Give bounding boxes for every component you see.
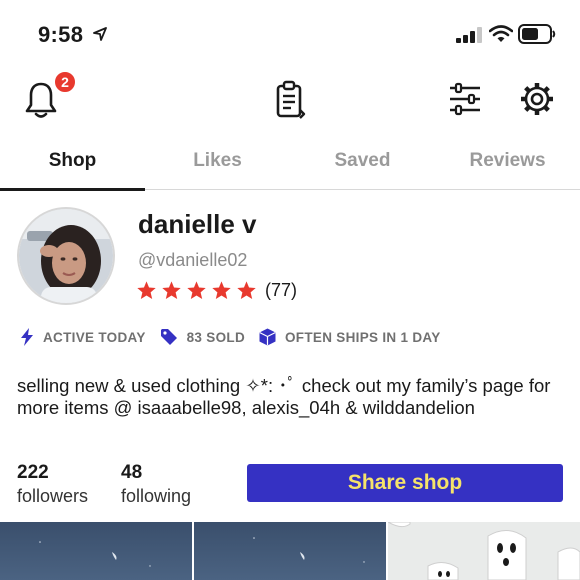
tab-saved[interactable]: Saved [290,140,435,189]
profile-name: danielle v [138,209,257,239]
avatar[interactable] [17,207,115,305]
ghost-pattern-image [388,522,580,580]
location-arrow-icon [93,27,107,41]
ships-fast-item: OFTEN SHIPS IN 1 DAY [259,328,441,346]
followers-stat[interactable]: 222 followers [17,462,88,507]
active-today-item: ACTIVE TODAY [20,328,146,346]
star-icon [162,281,181,299]
notification-badge: 2 [53,70,77,94]
profile-bio: selling new & used clothing ✧*: ･ﾟ check… [17,375,551,418]
gear-icon[interactable] [519,81,555,117]
status-bar: 9:58 [0,0,580,62]
tab-shop[interactable]: Shop [0,140,145,191]
followers-label: followers [17,486,89,506]
followers-count: 222 [17,462,49,483]
rating-count: (77) [265,280,298,300]
clipboard-icon[interactable] [274,80,306,120]
rating[interactable]: (77) [136,280,297,301]
tag-icon [160,329,177,345]
star-icon [137,281,156,299]
tab-reviews[interactable]: Reviews [435,140,580,189]
share-shop-button[interactable]: Share shop [247,464,563,502]
seller-info-row: ACTIVE TODAY 83 SOLD OFTEN SHIPS IN 1 DA… [20,328,455,346]
listing-thumbnail[interactable] [388,522,580,580]
sold-count-item: 83 SOLD [160,328,245,346]
sold-count-label: 83 SOLD [186,329,245,345]
following-label: following [121,486,192,506]
listing-thumbnail[interactable] [0,522,192,580]
star-icon [237,281,256,299]
lightning-icon [21,328,33,346]
tab-likes[interactable]: Likes [145,140,290,189]
battery-icon [518,24,556,44]
sliders-icon[interactable] [448,82,482,116]
status-time: 9:58 [38,22,84,47]
ships-fast-label: OFTEN SHIPS IN 1 DAY [285,329,441,345]
profile-tabs: Shop Likes Saved Reviews [0,140,580,191]
wifi-icon [489,25,513,42]
active-today-label: ACTIVE TODAY [43,329,146,345]
profile-handle: @vdanielle02 [138,250,248,270]
star-icon [212,281,231,299]
cellular-signal-icon [456,27,482,43]
listing-grid [0,522,580,580]
night-sky-image [253,537,365,563]
box-icon [259,328,276,346]
top-toolbar [0,70,580,130]
avatar-photo [19,209,113,303]
night-sky-image [39,541,151,567]
following-count: 48 [121,462,143,483]
star-icon [187,281,206,299]
following-stat[interactable]: 48 following [121,462,191,507]
listing-thumbnail[interactable] [194,522,386,580]
